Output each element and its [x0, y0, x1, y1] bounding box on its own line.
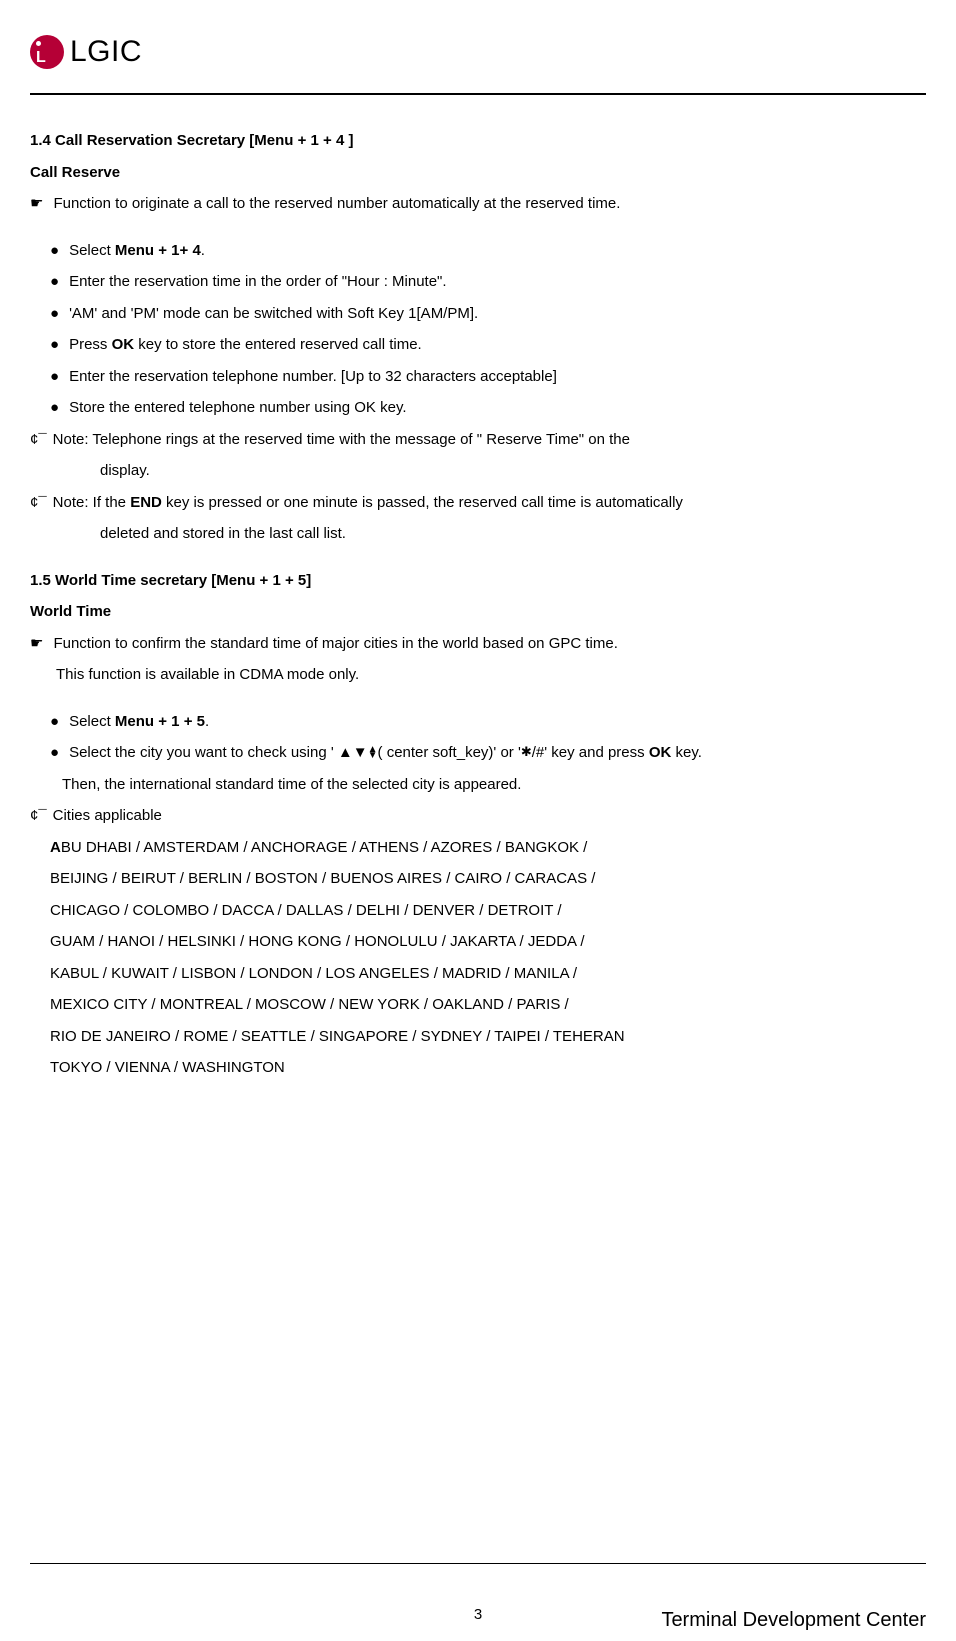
note-text: Note: If the END key is pressed or one m… — [53, 487, 683, 519]
list-item: ● Enter the reservation time in the orde… — [30, 266, 926, 298]
bullet-text: 'AM' and 'PM' mode can be switched with … — [69, 298, 478, 330]
list-item: ● Store the entered telephone number usi… — [30, 392, 926, 424]
page-number: 3 — [474, 1599, 482, 1631]
section-1-5-heading: 1.5 World Time secretary [Menu + 1 + 5] — [30, 565, 926, 597]
bullet-icon: ● — [50, 235, 59, 267]
note-prefix-icon: ¢¯ — [30, 487, 47, 519]
note-prefix-icon: ¢¯ — [30, 800, 47, 832]
brand-text: LGIC — [70, 20, 142, 83]
note-prefix-icon: ¢¯ — [30, 424, 47, 456]
list-item: ● Select Menu + 1 + 5. — [30, 706, 926, 738]
bullet-icon: ● — [50, 706, 59, 738]
city-line: RIO DE JANEIRO / ROME / SEATTLE / SINGAP… — [50, 1021, 926, 1053]
city-line: TOKYO / VIENNA / WASHINGTON — [50, 1052, 926, 1084]
bullet-text: Select Menu + 1+ 4. — [69, 235, 205, 267]
section-1-4-subheading: Call Reserve — [30, 157, 926, 189]
city-line: BU DHABI / AMSTERDAM / ANCHORAGE / ATHEN… — [61, 839, 588, 856]
intro-text: Function to confirm the standard time of… — [53, 628, 617, 660]
bullet-text: Select the city you want to check using … — [69, 737, 702, 769]
list-item: ● Enter the reservation telephone number… — [30, 361, 926, 393]
bullet-text: Press OK key to store the entered reserv… — [69, 329, 422, 361]
pointer-icon: ☛ — [30, 628, 43, 660]
city-line: CHICAGO / COLOMBO / DACCA / DALLAS / DEL… — [50, 895, 926, 927]
lg-logo-icon — [30, 35, 64, 69]
bullet-text: Enter the reservation time in the order … — [69, 266, 447, 298]
bullet-icon: ● — [50, 361, 59, 393]
pointer-icon: ☛ — [30, 188, 43, 220]
section-1-5-subheading: World Time — [30, 596, 926, 628]
footer-divider — [30, 1563, 926, 1564]
note-item: ¢¯ Note: Telephone rings at the reserved… — [30, 424, 926, 456]
cities-label: Cities applicable — [53, 800, 162, 832]
intro-text: Function to originate a call to the rese… — [53, 188, 620, 220]
list-item: ● Select the city you want to check usin… — [30, 737, 926, 769]
bullet-continue: Then, the international standard time of… — [30, 769, 926, 801]
updown-arrow-icon: ▲▼ — [338, 744, 368, 761]
note-continue: display. — [30, 455, 926, 487]
list-item: ● Press OK key to store the entered rese… — [30, 329, 926, 361]
bullet-text: Enter the reservation telephone number. … — [69, 361, 557, 393]
footer-org: Terminal Development Center — [661, 1599, 926, 1641]
section-1-5-intro: ☛ Function to confirm the standard time … — [30, 628, 926, 660]
list-item: ● Select Menu + 1+ 4. — [30, 235, 926, 267]
intro-continue: This function is available in CDMA mode … — [30, 659, 926, 691]
star-icon: ✱ — [521, 744, 532, 759]
bullet-text: Store the entered telephone number using… — [69, 392, 406, 424]
city-first-letter: A — [50, 839, 61, 856]
bullet-icon: ● — [50, 737, 59, 769]
note-item: ¢¯ Note: If the END key is pressed or on… — [30, 487, 926, 519]
header-divider — [30, 93, 926, 95]
city-line: GUAM / HANOI / HELSINKI / HONG KONG / HO… — [50, 926, 926, 958]
city-line: KABUL / KUWAIT / LISBON / LONDON / LOS A… — [50, 958, 926, 990]
cities-list: ABU DHABI / AMSTERDAM / ANCHORAGE / ATHE… — [30, 832, 926, 1084]
bullet-icon: ● — [50, 266, 59, 298]
cities-label-line: ¢¯ Cities applicable — [30, 800, 926, 832]
header: LGIC — [30, 20, 926, 83]
bullet-icon: ● — [50, 392, 59, 424]
city-line: MEXICO CITY / MONTREAL / MOSCOW / NEW YO… — [50, 989, 926, 1021]
bullet-text: Select Menu + 1 + 5. — [69, 706, 209, 738]
note-text: Note: Telephone rings at the reserved ti… — [53, 424, 630, 456]
section-1-4-heading: 1.4 Call Reservation Secretary [Menu + 1… — [30, 125, 926, 157]
city-line: BEIJING / BEIRUT / BERLIN / BOSTON / BUE… — [50, 863, 926, 895]
bullet-icon: ● — [50, 329, 59, 361]
section-1-4-intro: ☛ Function to originate a call to the re… — [30, 188, 926, 220]
list-item: ● 'AM' and 'PM' mode can be switched wit… — [30, 298, 926, 330]
note-continue: deleted and stored in the last call list… — [30, 518, 926, 550]
bullet-icon: ● — [50, 298, 59, 330]
